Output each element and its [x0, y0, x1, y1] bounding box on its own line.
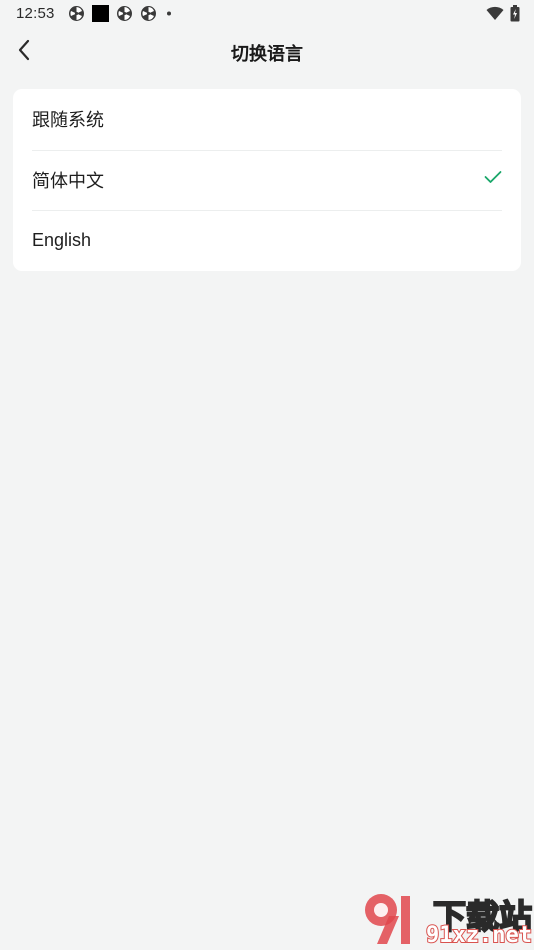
- language-options-card: 跟随系统 简体中文 English: [13, 89, 521, 271]
- system-icons: [486, 5, 520, 27]
- status-time: 12:53: [16, 5, 55, 22]
- page-title: 切换语言: [231, 44, 303, 64]
- watermark-logo-icon: [365, 894, 410, 944]
- option-label: 跟随系统: [32, 110, 104, 131]
- option-follow-system[interactable]: 跟随系统: [13, 89, 521, 150]
- fan-icon: [140, 5, 157, 27]
- checkmark-icon: [484, 170, 502, 189]
- nav-bar: 切换语言: [0, 28, 534, 76]
- battery-icon: [510, 5, 520, 27]
- status-bar: 12:53: [0, 0, 534, 28]
- black-square-icon: [92, 5, 109, 27]
- option-label: 简体中文: [32, 170, 104, 191]
- fan-icon: [68, 5, 85, 27]
- wifi-icon: [486, 6, 504, 26]
- watermark: 下载站 91xz.net: [359, 888, 534, 950]
- fan-icon: [116, 5, 133, 27]
- option-english[interactable]: English: [13, 210, 521, 271]
- option-simplified-chinese[interactable]: 简体中文: [13, 149, 521, 211]
- notification-icons: [68, 5, 174, 27]
- watermark-url: 91xz.net: [425, 922, 533, 949]
- option-label: English: [32, 230, 92, 251]
- dot-icon: [164, 5, 174, 27]
